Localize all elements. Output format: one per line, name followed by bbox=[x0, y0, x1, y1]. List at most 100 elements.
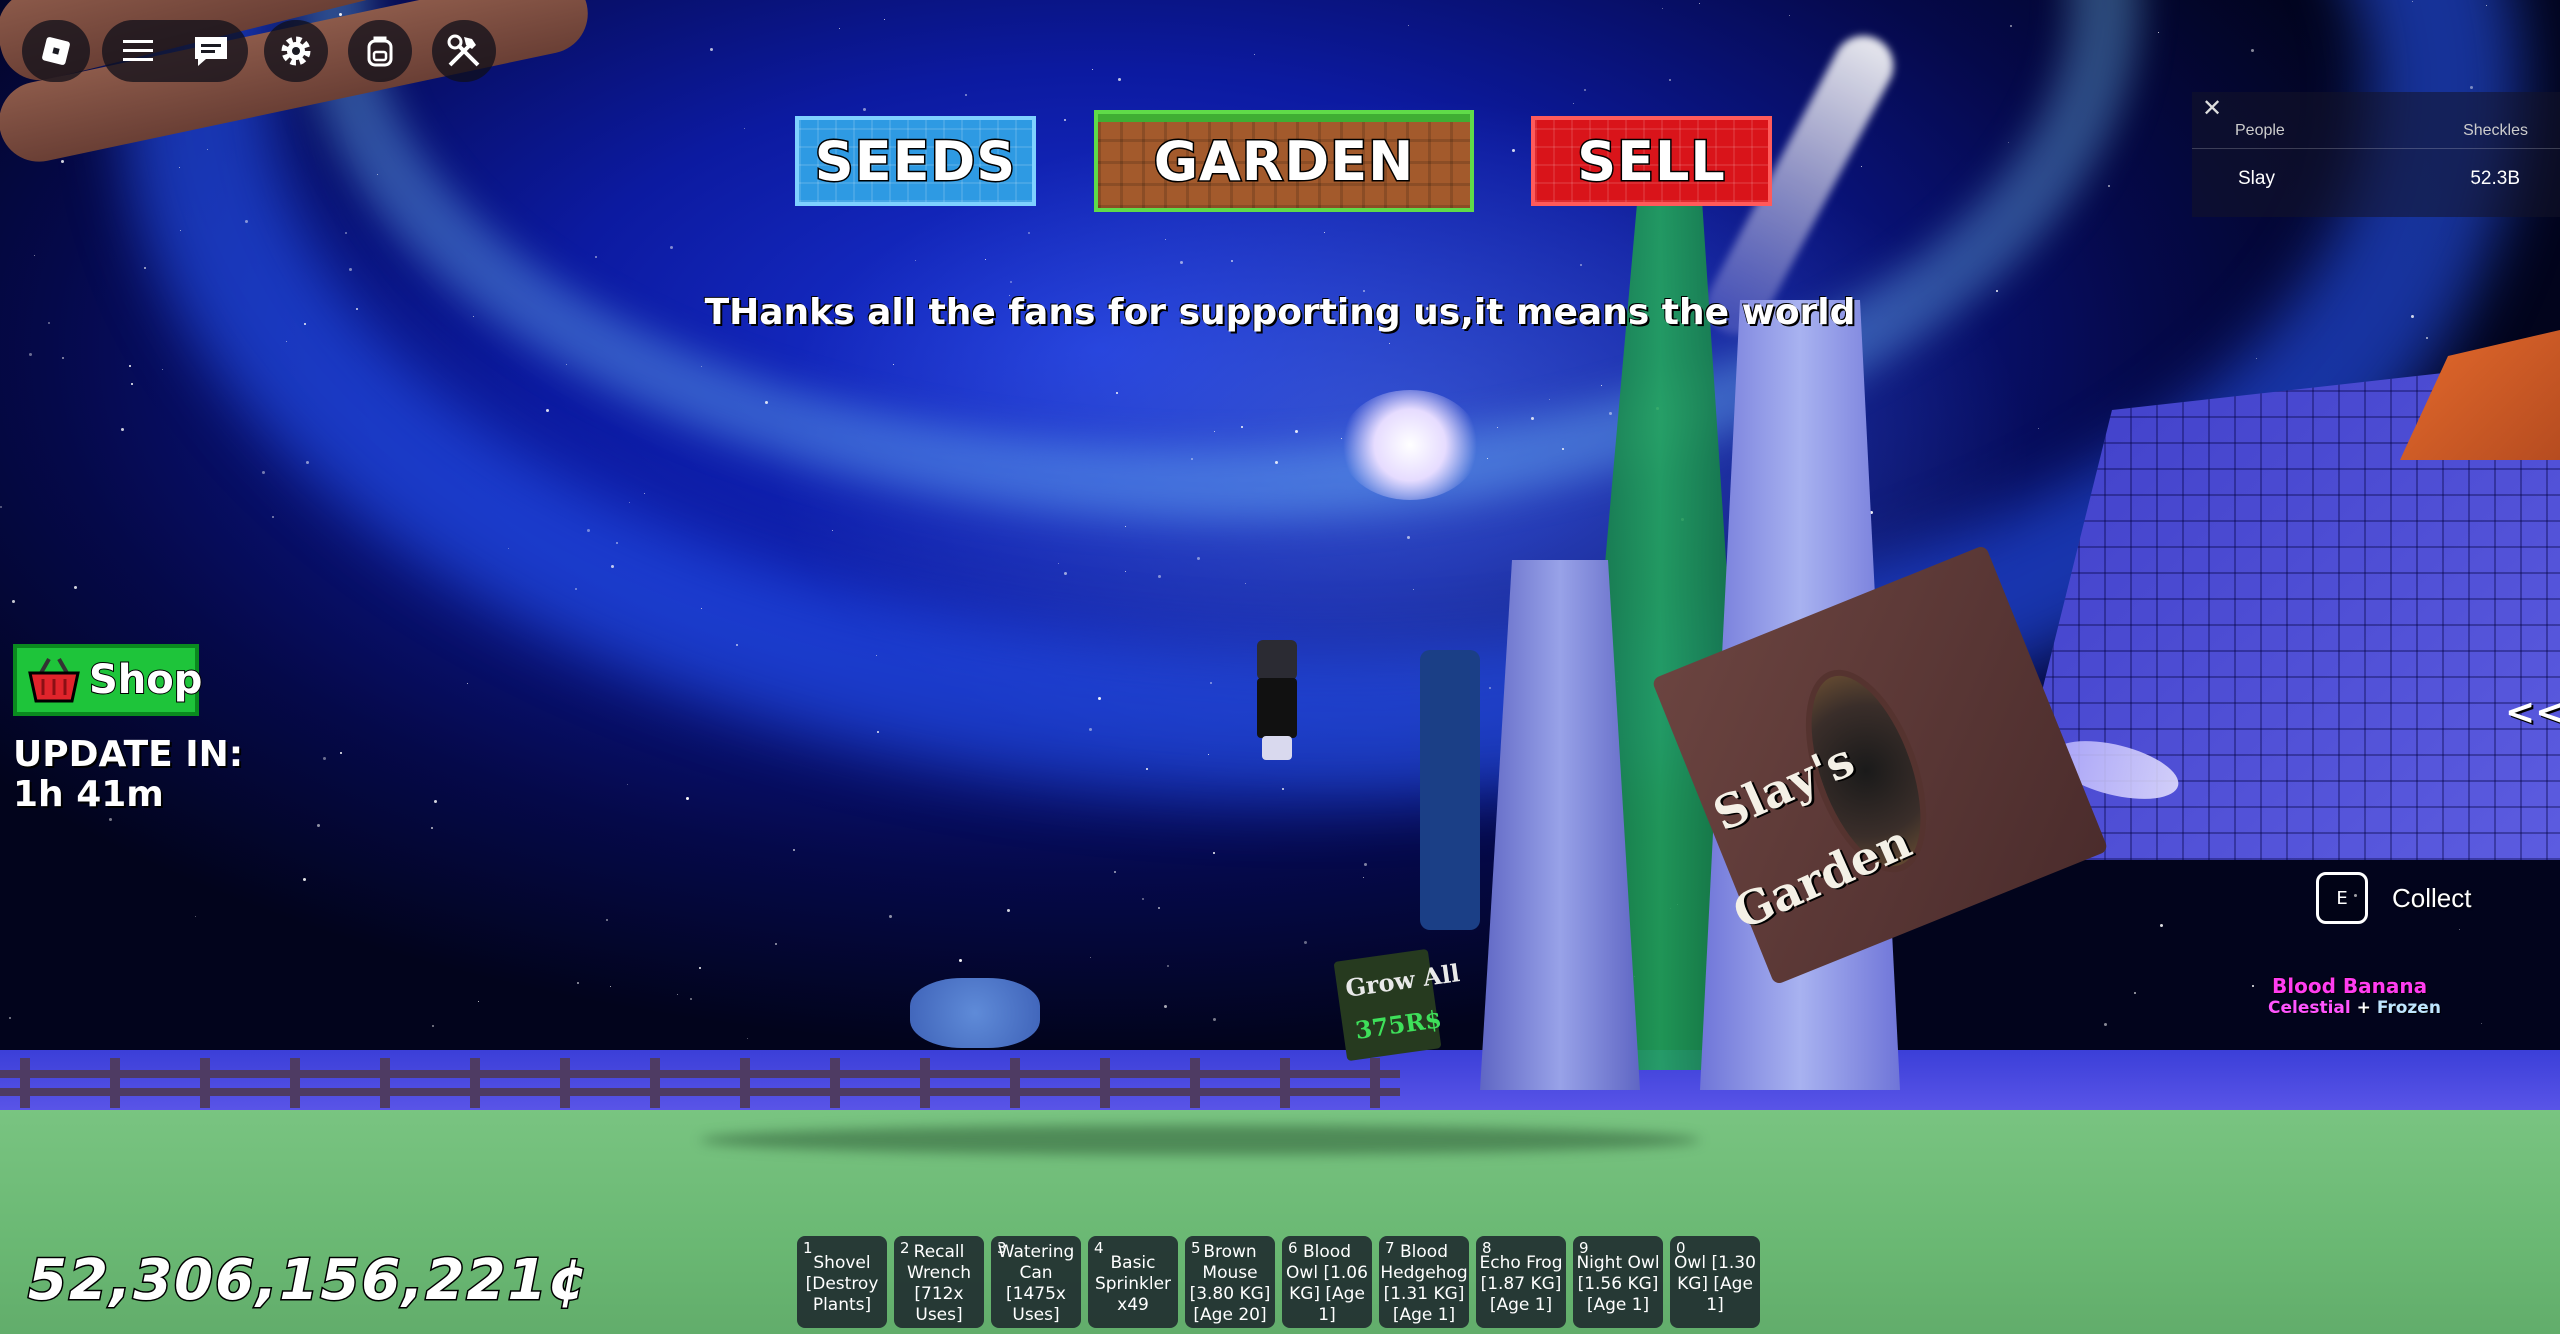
hotbar-slot[interactable]: 4 Basic Sprinkler x49 bbox=[1088, 1236, 1178, 1328]
star bbox=[129, 365, 131, 367]
chat-icon[interactable] bbox=[192, 34, 230, 68]
hotbar-slot[interactable]: 6 Blood Owl [1.06 KG] [Age 1] bbox=[1282, 1236, 1372, 1328]
star bbox=[985, 259, 986, 260]
star bbox=[2010, 25, 2012, 27]
fence-post bbox=[200, 1058, 210, 1108]
money-counter: 52,306,156,221¢ bbox=[26, 1247, 590, 1315]
roblox-logo-icon bbox=[39, 34, 73, 68]
hotbar-slot[interactable]: 5 Brown Mouse [3.80 KG] [Age 20] bbox=[1185, 1236, 1275, 1328]
shop-button[interactable]: Shop bbox=[13, 644, 203, 716]
plant-mutations: Celestial + Frozen bbox=[2268, 998, 2441, 1018]
slot-number: 4 bbox=[1094, 1239, 1104, 1257]
star bbox=[1058, 563, 1059, 564]
key-hint: E bbox=[2316, 872, 2368, 924]
star bbox=[2252, 985, 2254, 987]
star bbox=[432, 1025, 434, 1027]
star bbox=[627, 784, 628, 785]
gear-icon bbox=[278, 33, 314, 69]
star bbox=[670, 246, 673, 249]
star bbox=[345, 232, 347, 234]
slot-number: 5 bbox=[1191, 1239, 1201, 1257]
fence-post bbox=[1100, 1058, 1110, 1108]
hamburger-menu-icon[interactable] bbox=[121, 37, 155, 65]
star bbox=[577, 982, 579, 984]
fence-post bbox=[1280, 1058, 1290, 1108]
star bbox=[1699, 3, 1700, 4]
garden-button[interactable]: GARDEN bbox=[1094, 110, 1474, 212]
star bbox=[195, 916, 196, 917]
star bbox=[1197, 557, 1200, 560]
fence-post bbox=[560, 1058, 570, 1108]
star bbox=[1092, 69, 1093, 70]
fence-post bbox=[650, 1058, 660, 1108]
star bbox=[2470, 86, 2473, 89]
star bbox=[686, 797, 689, 800]
collect-prompt[interactable]: E Collect bbox=[2316, 872, 2471, 924]
star bbox=[179, 167, 180, 168]
fence-post bbox=[1010, 1058, 1020, 1108]
star bbox=[546, 409, 549, 412]
star bbox=[606, 919, 608, 921]
star bbox=[144, 267, 146, 269]
fence-post bbox=[740, 1058, 750, 1108]
slot-number: 0 bbox=[1676, 1239, 1686, 1257]
slot-number: 6 bbox=[1288, 1239, 1298, 1257]
shop-update-timer: 1h 41m bbox=[13, 774, 164, 815]
star bbox=[1125, 526, 1126, 527]
star bbox=[1254, 54, 1255, 55]
shop-label: Shop bbox=[88, 656, 203, 704]
hotbar-slot[interactable]: 3 Watering Can [1475x Uses] bbox=[991, 1236, 1081, 1328]
close-icon[interactable]: ✕ bbox=[2202, 94, 2222, 123]
star bbox=[1601, 385, 1602, 386]
slot-label: Watering Can [1475x Uses] bbox=[997, 1242, 1075, 1325]
star bbox=[629, 502, 630, 503]
fence-post bbox=[380, 1058, 390, 1108]
star bbox=[317, 824, 320, 827]
hotbar-slot[interactable]: 0 Owl [1.30 KG] [Age 1] bbox=[1670, 1236, 1760, 1328]
fence-post bbox=[470, 1058, 480, 1108]
star bbox=[2412, 1, 2413, 2]
build-tools-button[interactable] bbox=[432, 20, 496, 82]
slot-label: Night Owl [1.56 KG] [Age 1] bbox=[1576, 1252, 1660, 1315]
star bbox=[1098, 697, 1101, 700]
star bbox=[575, 588, 577, 590]
player-character bbox=[1252, 640, 1302, 760]
plant-name: Blood Banana bbox=[2272, 974, 2428, 998]
hotbar-slot[interactable]: 1 Shovel [Destroy Plants] bbox=[797, 1236, 887, 1328]
star bbox=[1213, 852, 1215, 854]
star bbox=[1231, 260, 1233, 262]
settings-button[interactable] bbox=[264, 20, 328, 82]
hotbar-slot[interactable]: 7 Blood Hedgehog [1.31 KG] [Age 1] bbox=[1379, 1236, 1469, 1328]
star bbox=[1116, 392, 1118, 394]
hotbar-slot[interactable]: 9 Night Owl [1.56 KG] [Age 1] bbox=[1573, 1236, 1663, 1328]
star bbox=[131, 383, 133, 385]
star bbox=[121, 428, 124, 431]
star bbox=[889, 915, 892, 918]
star bbox=[1531, 417, 1534, 420]
star bbox=[1549, 399, 1550, 400]
star bbox=[611, 565, 614, 568]
seeds-button[interactable]: SEEDS bbox=[795, 116, 1036, 206]
star bbox=[1118, 78, 1121, 81]
hotbar-slot[interactable]: 8 Echo Frog [1.87 KG] [Age 1] bbox=[1476, 1236, 1566, 1328]
star bbox=[29, 353, 32, 356]
roblox-menu-button[interactable] bbox=[22, 20, 90, 82]
sell-button[interactable]: SELL bbox=[1531, 116, 1772, 206]
star bbox=[2160, 924, 2163, 927]
star bbox=[62, 357, 64, 359]
slot-number: 9 bbox=[1579, 1239, 1589, 1257]
backpack-button[interactable] bbox=[348, 20, 412, 82]
star bbox=[587, 529, 590, 532]
star bbox=[162, 369, 163, 370]
star bbox=[377, 174, 378, 175]
star bbox=[109, 818, 112, 821]
star bbox=[1389, 343, 1390, 344]
leaderboard-player-name[interactable]: Slay bbox=[2238, 168, 2275, 190]
collapse-panel-button[interactable]: << bbox=[2505, 692, 2560, 733]
fence-post bbox=[1190, 1058, 1200, 1108]
slot-number: 7 bbox=[1385, 1239, 1395, 1257]
star bbox=[2481, 1023, 2482, 1024]
slot-label: Basic Sprinkler x49 bbox=[1094, 1252, 1172, 1315]
fence-post bbox=[290, 1058, 300, 1108]
hotbar-slot[interactable]: 2 Recall Wrench [712x Uses] bbox=[894, 1236, 984, 1328]
